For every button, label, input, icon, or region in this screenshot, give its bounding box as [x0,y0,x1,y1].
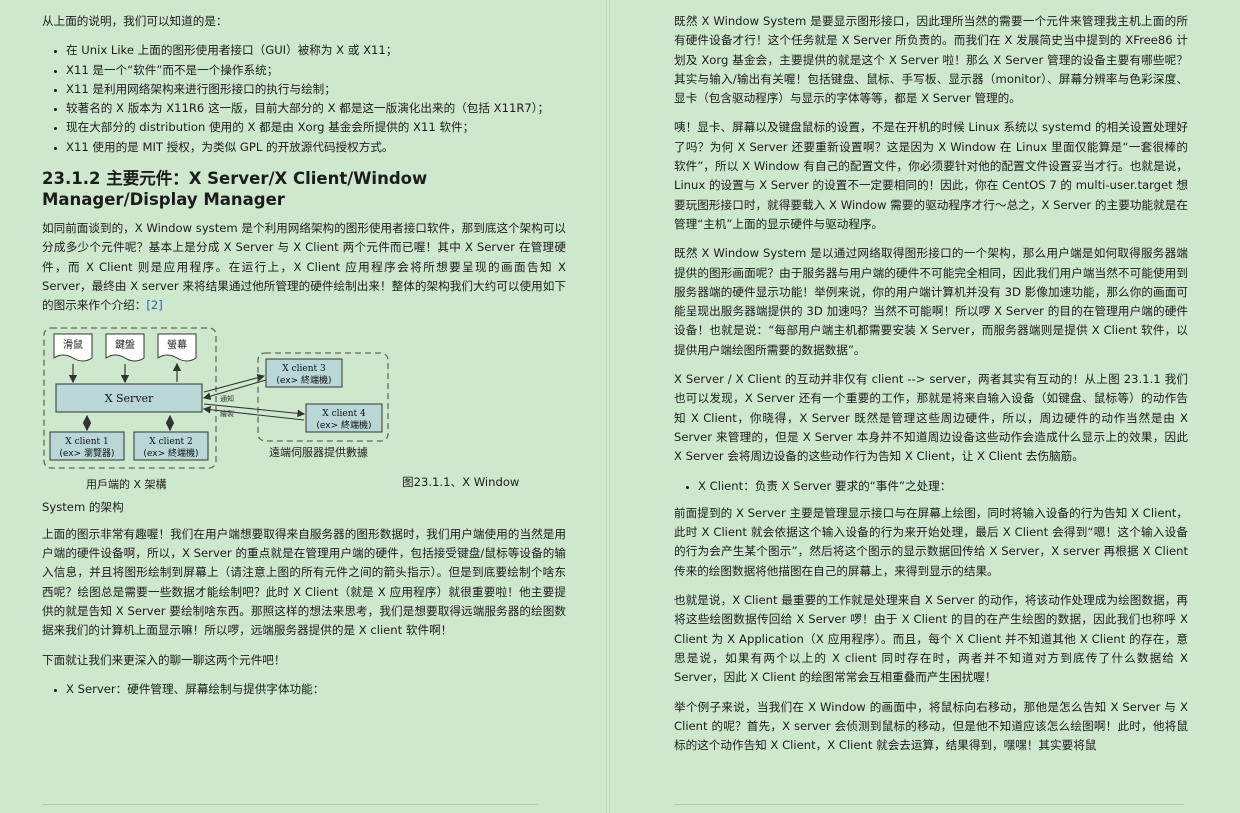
xclient-events-paragraph: 前面提到的 X Server 主要是管理显示接口与在屏幕上绘图，同时将输入设备的… [674,505,1188,578]
client2-name: X client 2 [149,437,192,447]
book-spread: 从上面的说明，我们可以知道的是： 在 Unix Like 上面的图形使用者接口（… [0,0,1240,813]
intro-text: 从上面的说明，我们可以知道的是： [42,14,228,28]
hardware-settings-paragraph: 咦！显卡、屏幕以及键盘鼠标的设置，不是在开机的时候 Linux 系统以 syst… [674,120,1188,231]
mouse-example-paragraph: 举个例子来说，当我们在 X Window 的画面中，将鼠标向右移动，那他是怎么告… [674,699,1188,753]
client4-name: X client 4 [322,409,366,419]
summary-list: 在 Unix Like 上面的图形使用者接口（GUI）被称为 X 或 X11； … [42,41,566,157]
x-server-label: X Server [105,392,154,405]
page-footer-rule [674,804,1184,805]
list-item: 较著名的 X 版本为 X11R6 这一版，目前大部分的 X 都是这一版演化出来的… [66,99,566,118]
figure-caption-continued: System 的架构 [42,499,124,514]
screen-label: 螢幕 [167,338,187,351]
remote-side-caption: 遠端伺服器提供數據 [269,445,368,459]
left-page: 从上面的说明，我们可以知道的是： 在 Unix Like 上面的图形使用者接口（… [0,0,606,813]
client4-example: (ex> 終端機) [316,419,371,431]
keyboard-label: 鍵盤 [115,338,135,351]
notify-label: 通知 [220,394,234,403]
figure-caption: 图23.1.1、X Window [402,474,520,489]
reference-link[interactable]: [2] [146,298,162,312]
list-item: X Client：负责 X Server 要求的“事件”之处理： [698,477,1188,496]
xserver-list: X Server：硬件管理、屏幕绘制与提供字体功能： [42,680,566,699]
figure-block: 滑鼠 鍵盤 螢幕 X Server X client 1 (ex> 瀏覽器) X… [42,326,566,496]
components-intro-paragraph: 下面就让我们来更深入的聊一聊这两个元件吧！ [42,652,286,667]
client3-name: X client 3 [282,364,326,374]
xclient-list: X Client：负责 X Server 要求的“事件”之处理： [674,477,1188,496]
list-item: X Server：硬件管理、屏幕绘制与提供字体功能： [66,680,566,699]
client1-example: (ex> 瀏覽器) [59,447,114,459]
client3-example: (ex> 終端機) [276,374,331,386]
list-item: 现在大部分的 distribution 使用的 X 都是由 Xorg 基金会所提… [66,118,566,137]
user-side-caption: 用戶端的 X 架構 [86,477,167,491]
client-server-paragraph: 上面的图示非常有趣喔！我们在用户端想要取得来自服务器的图形数据时，我们用户端使用… [42,526,566,638]
list-item: 在 Unix Like 上面的图形使用者接口（GUI）被称为 X 或 X11； [66,41,566,60]
mouse-label: 滑鼠 [63,338,83,351]
x-architecture-diagram: 滑鼠 鍵盤 螢幕 X Server X client 1 (ex> 瀏覽器) X… [43,326,389,491]
page-footer-rule [42,804,538,805]
network-architecture-paragraph: 既然 X Window System 是以通过网络取得图形接口的一个架构，那么用… [674,246,1188,357]
architecture-text: 如同前面谈到的，X Window system 是个利用网络架构的图形使用者接口… [42,221,567,313]
list-item: X11 使用的是 MIT 授权，为类似 GPL 的开放源代码授权方式。 [66,138,566,157]
draw-label: 繪製 [220,409,234,418]
list-item: X11 是利用网络架构来进行图形接口的执行与绘制； [66,80,566,99]
interaction-paragraph: X Server / X Client 的互动并非仅有 client --> s… [674,372,1188,464]
client2-example: (ex> 終端機) [143,447,198,459]
section-heading: 23.1.2 主要元件：X Server/X Client/Window Man… [42,169,428,210]
client1-name: X client 1 [65,437,108,447]
architecture-paragraph: 如同前面谈到的，X Window system 是个利用网络架构的图形使用者接口… [42,219,566,315]
list-item: X11 是一个“软件”而不是一个操作系统； [66,61,566,80]
xserver-role-paragraph: 既然 X Window System 是要显示图形接口，因此理所当然的需要一个元… [674,14,1188,106]
right-page: 既然 X Window System 是要显示图形接口，因此理所当然的需要一个元… [610,0,1240,813]
xclient-application-paragraph: 也就是说，X Client 最重要的工作就是处理来自 X Server 的动作，… [674,593,1188,685]
